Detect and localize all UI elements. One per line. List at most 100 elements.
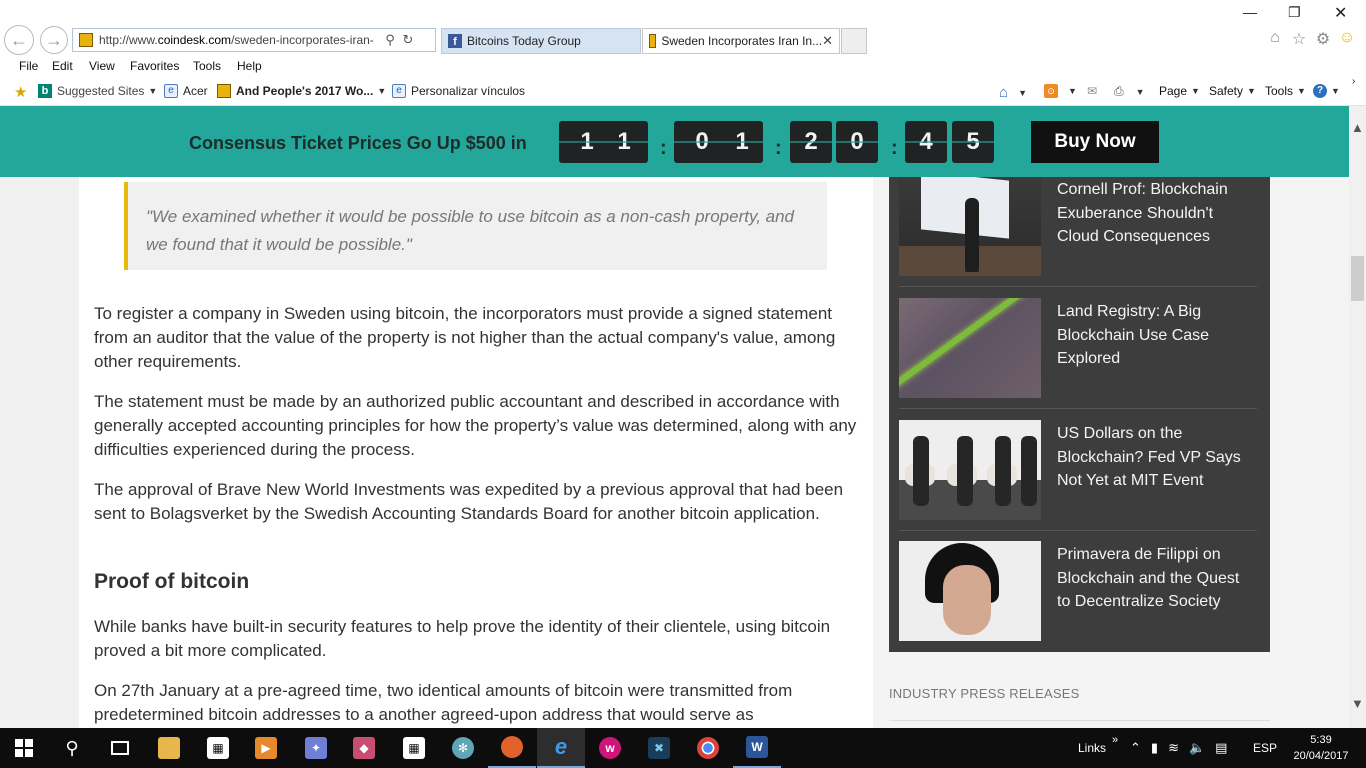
chevron-right-icon: » [1112,734,1119,746]
minimize-icon[interactable]: — [1243,4,1257,20]
related-title[interactable]: Land Registry: A Big Blockchain Use Case… [1057,300,1257,371]
links-toolbar[interactable]: Links » [1078,728,1118,768]
taskbar-store[interactable]: ▦ [194,728,242,768]
related-title[interactable]: Cornell Prof: Blockchain Exuberance Shou… [1057,178,1257,249]
related-thumbnail[interactable] [899,420,1041,520]
tab-sweden-incorporates[interactable]: Sweden Incorporates Iran In... ✕ [642,28,840,54]
taskbar-app-network[interactable]: ✻ [439,728,487,768]
related-thumbnail[interactable] [899,298,1041,398]
printer-icon: ⎙ [1114,84,1124,98]
countdown-separator: : [891,137,898,159]
menu-edit[interactable]: Edit [52,59,73,73]
help-dropdown[interactable]: ? ▼ [1313,84,1340,98]
chevron-down-icon: ▼ [377,86,387,96]
fav-and-peoples[interactable]: And People's 2017 Wo... ▼ [217,84,386,98]
search-button[interactable]: ⚲ [48,728,96,768]
refresh-icon[interactable]: ↻ [399,32,417,48]
favorites-star-icon[interactable]: ☆ [1290,29,1308,49]
taskbar-file-explorer[interactable] [145,728,193,768]
print-dropdown[interactable]: ⎙ ▼ [1114,84,1145,99]
fav-suggested-sites[interactable]: b Suggested Sites ▼ [38,84,157,98]
address-bar[interactable]: http://www.coindesk.com/sweden-incorpora… [72,28,436,52]
read-mail-button[interactable]: ✉ [1087,84,1097,98]
fav-label: Acer [183,84,208,98]
related-article[interactable]: US Dollars on the Blockchain? Fed VP Say… [899,420,1259,540]
battery-icon[interactable]: ▮ [1151,740,1158,756]
divider [899,286,1257,287]
related-thumbnail[interactable] [899,541,1041,641]
taskbar-app-cubes[interactable]: ◆ [340,728,388,768]
scroll-down-icon[interactable]: ▼ [1351,696,1364,711]
page-menu[interactable]: Page ▼ [1159,84,1200,98]
related-title[interactable]: US Dollars on the Blockchain? Fed VP Say… [1057,422,1257,493]
related-article[interactable]: Cornell Prof: Blockchain Exuberance Shou… [899,176,1259,296]
safety-menu[interactable]: Safety ▼ [1209,84,1256,98]
scrollbar-thumb[interactable] [1351,256,1364,301]
chevron-up-icon[interactable]: ⌃ [1130,740,1141,756]
action-center-icon[interactable]: ▤ [1215,740,1227,756]
menu-file[interactable]: File [19,59,38,73]
address-url[interactable]: http://www.coindesk.com/sweden-incorpora… [99,33,381,47]
taskbar-app-x[interactable]: ✖ [635,728,683,768]
taskbar-chrome[interactable] [684,728,732,768]
article-paragraph: The statement must be made by an authori… [94,392,857,459]
fav-acer[interactable]: e Acer [164,84,208,98]
banner-text: Consensus Ticket Prices Go Up $500 in [189,133,527,153]
back-button[interactable]: ← [4,25,34,55]
settings-gear-icon[interactable]: ⚙ [1314,29,1332,49]
taskbar-app-w[interactable]: w [586,728,634,768]
tab-bitcoins-today-group[interactable]: f Bitcoins Today Group [441,28,641,54]
volume-icon[interactable]: 🔈 [1189,740,1205,756]
forward-button[interactable]: → [40,26,68,54]
search-icon[interactable]: ⚲ [381,32,399,48]
input-language[interactable]: ESP [1253,728,1277,768]
pull-quote: "We examined whether it would be possibl… [124,182,827,270]
tab-label: Sweden Incorporates Iran In... [661,34,823,48]
scroll-up-icon[interactable]: ▲ [1351,120,1364,135]
taskbar-calculator[interactable]: ▦ [390,728,438,768]
taskbar-internet-explorer[interactable]: e [537,728,585,768]
tools-menu[interactable]: Tools ▼ [1265,84,1306,98]
article-paragraph: On 27th January at a pre-agreed time, tw… [94,681,793,724]
feedback-smiley-icon[interactable]: ☺ [1338,29,1356,49]
windows-taskbar: ⚲ ▦ ▶ ✦ ◆ ▦ ✻ e w ✖ W Links » ⌃ ▮ ≋ 🔈 ▤ … [0,728,1366,768]
system-clock[interactable]: 5:39 20/04/2017 [1288,732,1354,764]
add-favorite-star-icon[interactable]: ★ [14,83,31,101]
arrow-right-icon: → [45,29,63,50]
chevron-down-icon: ▼ [1018,87,1027,98]
menu-help[interactable]: Help [237,59,262,73]
article-paragraph: While banks have built-in security featu… [94,617,831,660]
taskbar-media-player[interactable]: ▶ [242,728,290,768]
start-button[interactable] [0,728,48,768]
related-article[interactable]: Land Registry: A Big Blockchain Use Case… [899,298,1259,418]
home-icon[interactable]: ⌂ [1266,29,1284,49]
rss-icon: ⊙ [1044,84,1058,98]
fav-label: And People's 2017 Wo... [236,84,374,98]
restore-icon[interactable]: ❐ [1288,4,1301,21]
task-view-button[interactable] [96,728,144,768]
taskbar-word[interactable]: W [733,728,781,768]
menu-view[interactable]: View [89,59,115,73]
divider [899,408,1257,409]
menu-favorites[interactable]: Favorites [130,59,179,73]
chevron-down-icon: ▼ [1191,86,1200,96]
article-paragraph: To register a company in Sweden using bi… [94,304,836,371]
page-scrollbar[interactable]: ▲ ▼ [1349,106,1366,728]
home-dropdown[interactable]: ⌂ ▼ [999,84,1027,101]
buy-now-button[interactable]: Buy Now [1031,121,1159,163]
media-player-icon: ▶ [255,737,277,759]
wifi-icon[interactable]: ≋ [1168,740,1179,756]
close-window-icon[interactable]: ✕ [1334,3,1347,23]
related-thumbnail[interactable] [899,176,1041,276]
cubes-icon: ◆ [353,737,375,759]
taskbar-firefox[interactable] [488,728,536,768]
related-article[interactable]: Primavera de Filippi on Blockchain and t… [899,541,1259,661]
expand-toolbar-chevron-icon[interactable]: › [1352,76,1355,87]
feeds-dropdown[interactable]: ⊙ ▼ [1044,84,1077,98]
taskbar-app-wand[interactable]: ✦ [292,728,340,768]
fav-personalizar[interactable]: e Personalizar vínculos [392,84,525,98]
related-title[interactable]: Primavera de Filippi on Blockchain and t… [1057,543,1257,614]
close-tab-icon[interactable]: ✕ [822,33,833,49]
new-tab-button[interactable] [841,28,867,54]
menu-tools[interactable]: Tools [193,59,221,73]
